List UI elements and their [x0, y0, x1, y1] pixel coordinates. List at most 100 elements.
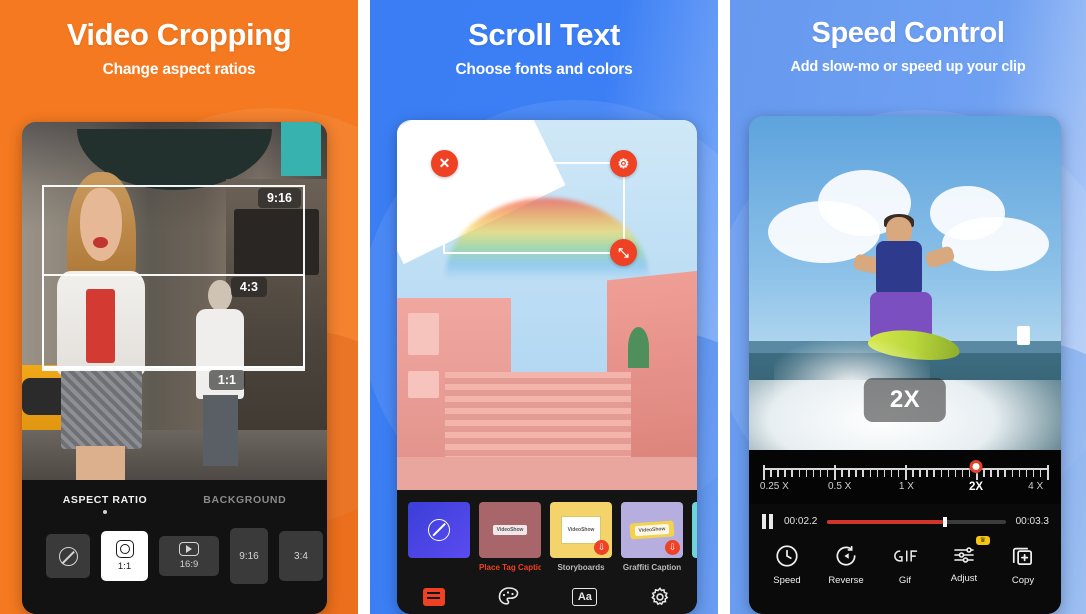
slider-tick — [883, 468, 886, 477]
slider-tick — [777, 468, 779, 477]
video-preview[interactable]: 9:16 4:3 1:1 — [22, 122, 327, 480]
total-time: 00:03.3 — [1015, 516, 1049, 527]
slider-tick — [798, 468, 800, 477]
slider-tick — [841, 468, 843, 477]
speed-label-0-5[interactable]: 0.5 X — [828, 481, 851, 492]
slider-track[interactable] — [763, 460, 1049, 480]
tool-gif[interactable]: Gif — [877, 543, 933, 586]
template-label: Christmas Sk — [692, 563, 697, 572]
text-bottom-nav: Aa — [397, 572, 697, 608]
player-toolbar: 00:02.2 00:03.3 Speed Reverse Gif ♛ Adju… — [749, 504, 1061, 614]
template-item-storyboards[interactable]: VideoShow ⇩ Storyboards — [550, 502, 612, 572]
panel-header: Speed Control Add slow-mo or speed up yo… — [730, 0, 1086, 75]
speed-label-2[interactable]: 2X — [969, 481, 983, 493]
ground — [397, 456, 697, 490]
slider-knob[interactable] — [969, 460, 983, 473]
text-box-overlay[interactable]: ✕ ⚙ ⤡ — [431, 150, 637, 266]
template-list-icon[interactable] — [422, 588, 445, 606]
edit-icon[interactable]: ⚙ — [610, 150, 637, 177]
ratio-chip-none[interactable] — [46, 534, 90, 578]
ratio-chip-list[interactable]: 1:1 16:9 9:16 3:4 4:3 — [22, 506, 327, 584]
slider-tick — [805, 468, 808, 477]
palm-tree — [628, 327, 649, 368]
edit-tool-list[interactable]: Speed Reverse Gif ♛ Adjust Copy — [749, 529, 1061, 586]
slider-tick — [1011, 468, 1013, 477]
panel-divider — [718, 0, 730, 614]
youtube-icon — [179, 542, 199, 556]
slider-tick — [862, 468, 864, 477]
template-item-place-tag[interactable]: VideoShow Place Tag Caption — [479, 502, 541, 572]
template-item-graffiti[interactable]: VideoShow ⇩ Graffiti Caption — [621, 502, 683, 572]
ratio-chip-9-16[interactable]: 9:16 — [230, 528, 268, 584]
slider-tick — [1004, 468, 1006, 477]
close-icon[interactable]: ✕ — [431, 150, 458, 177]
resize-handle-icon[interactable]: ⤡ — [610, 239, 637, 266]
tool-label: Adjust — [950, 573, 978, 584]
panel-header: Scroll Text Choose fonts and colors — [370, 0, 718, 79]
tool-adjust[interactable]: ♛ Adjust — [936, 536, 992, 586]
tool-speed[interactable]: Speed — [759, 543, 815, 586]
slider-tick — [926, 468, 928, 477]
slider-tick — [834, 465, 836, 480]
slider-tick — [763, 465, 765, 480]
ratio-chip-1-1[interactable]: 1:1 — [101, 531, 148, 581]
slider-tick — [961, 468, 964, 477]
progress-bar[interactable] — [827, 516, 1006, 527]
phone-mockup: ✕ ⚙ ⤡ VideoShow Place Tag Caption VideoS… — [397, 120, 697, 614]
template-thumb-text: VideoShow — [492, 525, 528, 535]
video-preview[interactable]: ✕ ⚙ ⤡ — [397, 120, 697, 490]
crop-label-4-3: 4:3 — [230, 277, 267, 297]
template-list[interactable]: VideoShow Place Tag Caption VideoShow ⇩ … — [397, 490, 697, 572]
tool-label: Reverse — [828, 575, 864, 586]
template-label: Graffiti Caption — [622, 563, 682, 572]
tool-label: Speed — [773, 575, 801, 586]
download-icon[interactable]: ⇩ — [665, 540, 680, 555]
speed-label-4[interactable]: 4 X — [1028, 481, 1043, 492]
template-item-christmas[interactable]: VideoShow ⇩ Christmas Sk — [692, 502, 697, 572]
download-icon[interactable]: ⇩ — [594, 540, 609, 555]
crop-box-1-1[interactable] — [42, 367, 305, 371]
tool-reverse[interactable]: Reverse — [818, 543, 874, 586]
tool-label: Copy — [1011, 575, 1035, 586]
slider-tick — [947, 468, 950, 477]
palette-icon[interactable] — [497, 586, 521, 608]
slider-tick — [954, 468, 957, 477]
sailboat — [1017, 325, 1030, 345]
slider-tick — [912, 468, 914, 477]
panel-header: Video Cropping Change aspect ratios — [0, 0, 358, 79]
ratio-chip-label: 16:9 — [179, 559, 199, 570]
tab-background[interactable]: BACKGROUND — [203, 494, 286, 506]
font-aa-icon[interactable]: Aa — [572, 588, 598, 606]
panel-divider — [358, 0, 370, 614]
tool-copy[interactable]: Copy — [995, 543, 1051, 586]
pause-icon[interactable] — [761, 514, 774, 529]
slider-tick — [919, 468, 921, 477]
ratio-chip-16-9[interactable]: 16:9 — [159, 536, 219, 576]
page-title: Video Cropping — [66, 17, 292, 52]
ratio-chip-3-4[interactable]: 3:4 — [279, 531, 323, 581]
page-title: Speed Control — [811, 17, 1005, 49]
phone-mockup: 9:16 4:3 1:1 ASPECT RATIO BACKGROUND 1:1 — [22, 122, 327, 614]
speed-label-1[interactable]: 1 X — [899, 481, 914, 492]
text-template-toolbar: VideoShow Place Tag Caption VideoShow ⇩ … — [397, 490, 697, 614]
slider-labels: 0.25 X 0.5 X 1 X 2X 4 X — [760, 481, 1047, 495]
tab-aspect-ratio[interactable]: ASPECT RATIO — [63, 494, 148, 506]
instagram-icon — [115, 540, 134, 558]
page-subtitle: Choose fonts and colors — [455, 61, 633, 79]
page-title: Scroll Text — [468, 17, 620, 52]
gear-icon[interactable] — [649, 586, 671, 608]
slider-tick — [869, 468, 871, 477]
aspect-ratio-toolbar: ASPECT RATIO BACKGROUND 1:1 16:9 9:16 3:… — [22, 480, 327, 614]
template-item-none[interactable] — [408, 502, 470, 572]
speed-slider[interactable]: 0.25 X 0.5 X 1 X 2X 4 X — [749, 450, 1061, 504]
slider-tick — [933, 468, 935, 477]
page-subtitle: Change aspect ratios — [102, 61, 256, 79]
ratio-chip-label: 9:16 — [239, 550, 259, 562]
slider-tick — [983, 468, 985, 477]
progress-handle[interactable] — [943, 516, 948, 527]
video-preview[interactable] — [749, 116, 1061, 504]
tool-rotate[interactable]: 90 Rot — [1054, 543, 1061, 586]
no-template-icon — [428, 519, 450, 541]
crop-overlay[interactable]: 9:16 4:3 1:1 — [22, 122, 327, 480]
speed-label-0-25[interactable]: 0.25 X — [760, 481, 789, 492]
